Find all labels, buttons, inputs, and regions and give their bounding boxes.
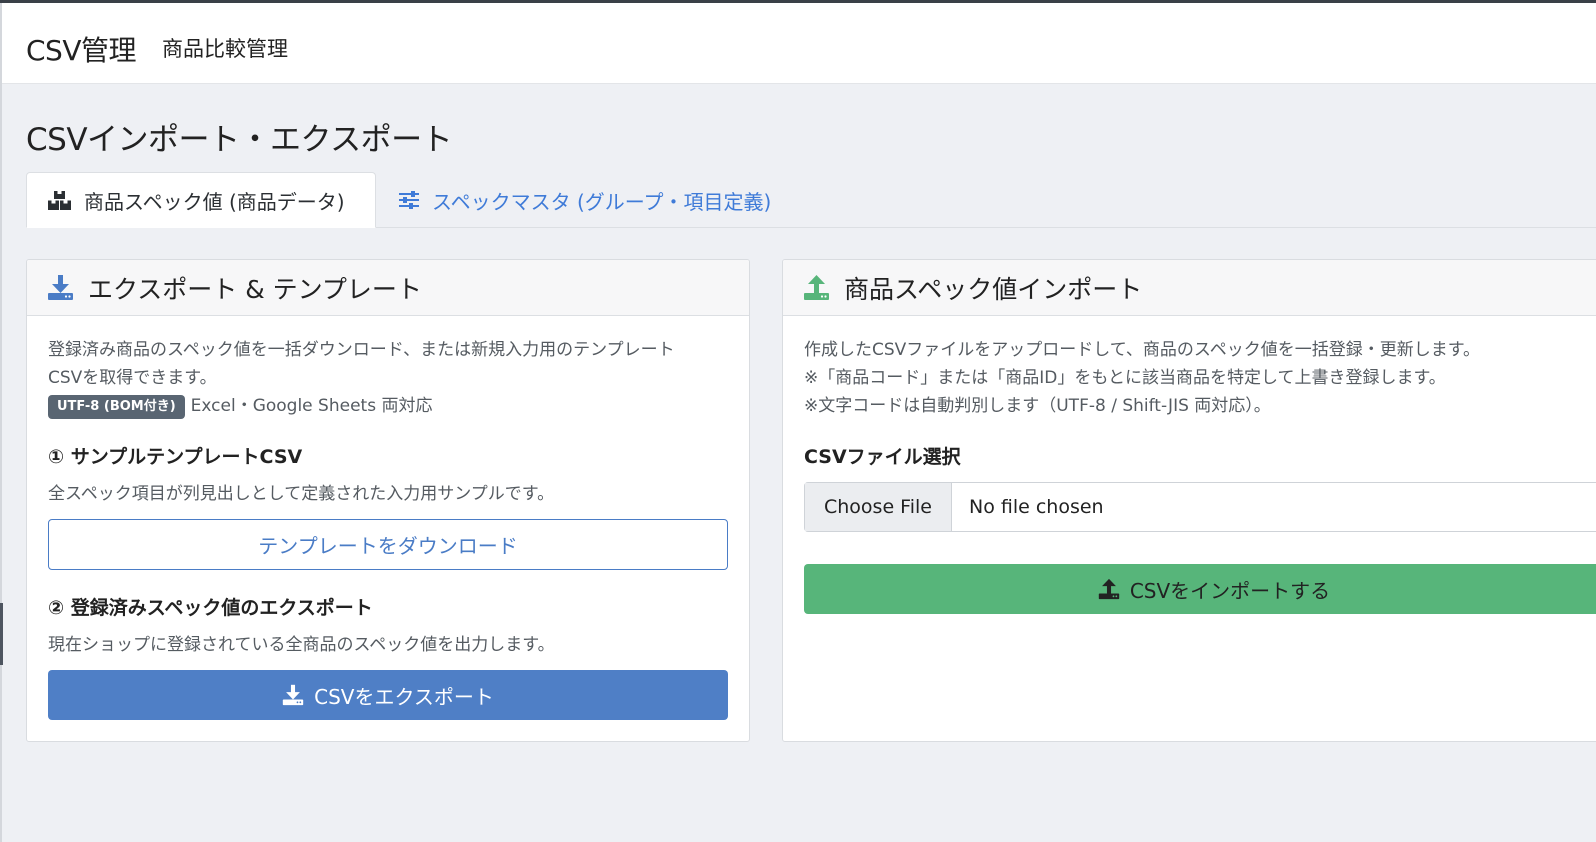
- import-description-line1: 作成したCSVファイルをアップロードして、商品のスペック値を一括登録・更新します…: [804, 340, 1481, 360]
- app-title[interactable]: CSV管理: [26, 29, 136, 69]
- file-select-label: CSVファイル選択: [804, 446, 961, 468]
- download-template-button[interactable]: テンプレートをダウンロード: [48, 519, 728, 570]
- file-status-text: No file chosen: [969, 496, 1104, 518]
- app-subtitle[interactable]: 商品比較管理: [162, 33, 288, 63]
- import-csv-button[interactable]: CSVをインポートする: [804, 564, 1596, 614]
- export-card-title: エクスポート & テンプレート: [88, 274, 422, 304]
- choose-file-button[interactable]: Choose File: [805, 483, 952, 531]
- import-card: 商品スペック値インポート 作成したCSVファイルをアップロードして、商品のスペッ…: [782, 259, 1596, 742]
- export-description: 登録済み商品のスペック値を一括ダウンロード、または新規入力用のテンプレート CS…: [48, 336, 675, 420]
- tab-spec-master[interactable]: スペックマスタ (グループ・項目定義): [398, 172, 771, 228]
- encoding-note: UTF-8 (BOM付き) Excel・Google Sheets 両対応: [48, 392, 675, 420]
- tab-spec-master-label: スペックマスタ (グループ・項目定義): [432, 189, 772, 214]
- left-edge-marker: [0, 603, 3, 665]
- export-section-description: 現在ショップに登録されている全商品のスペック値を出力します。: [48, 635, 555, 655]
- download-icon: [282, 684, 304, 706]
- upload-icon: [804, 275, 829, 300]
- tab-spec-values[interactable]: 商品スペック値 (商品データ): [26, 172, 376, 228]
- import-description-line3: ※文字コードは自動判別します（UTF-8 / Shift-JIS 両対応）。: [804, 396, 1271, 416]
- export-csv-button[interactable]: CSVをエクスポート: [48, 670, 728, 720]
- upload-icon: [1098, 578, 1120, 600]
- download-template-button-label: テンプレートをダウンロード: [258, 534, 518, 558]
- export-csv-button-label: CSVをエクスポート: [314, 684, 494, 709]
- import-card-title: 商品スペック値インポート: [844, 274, 1143, 304]
- download-icon: [48, 275, 73, 300]
- import-card-header: 商品スペック値インポート: [783, 260, 1596, 316]
- template-section-description: 全スペック項目が列見出しとして定義された入力用サンプルです。: [48, 484, 555, 504]
- export-description-line1: 登録済み商品のスペック値を一括ダウンロード、または新規入力用のテンプレート: [48, 340, 675, 360]
- export-description-line2: CSVを取得できます。: [48, 368, 217, 388]
- boxes-icon: [48, 190, 71, 210]
- import-csv-button-label: CSVをインポートする: [1129, 578, 1331, 603]
- left-border: [0, 3, 2, 842]
- export-card: エクスポート & テンプレート 登録済み商品のスペック値を一括ダウンロード、また…: [26, 259, 750, 742]
- import-description: 作成したCSVファイルをアップロードして、商品のスペック値を一括登録・更新します…: [804, 336, 1480, 420]
- csv-file-input[interactable]: Choose File No file chosen: [804, 482, 1596, 532]
- export-section-heading: ② 登録済みスペック値のエクスポート: [48, 597, 373, 619]
- sliders-icon: [399, 191, 419, 209]
- encoding-badge: UTF-8 (BOM付き): [48, 395, 185, 419]
- app-header: CSV管理 商品比較管理: [2, 3, 1596, 84]
- page-title: CSVインポート・エクスポート: [26, 122, 453, 158]
- template-section-heading: ① サンプルテンプレートCSV: [48, 446, 303, 468]
- encoding-badge-note: Excel・Google Sheets 両対応: [190, 396, 433, 416]
- import-description-line2: ※「商品コード」または「商品ID」をもとに該当商品を特定して上書き登録します。: [804, 368, 1446, 388]
- tab-spec-values-label: 商品スペック値 (商品データ): [84, 189, 345, 214]
- export-card-header: エクスポート & テンプレート: [27, 260, 749, 316]
